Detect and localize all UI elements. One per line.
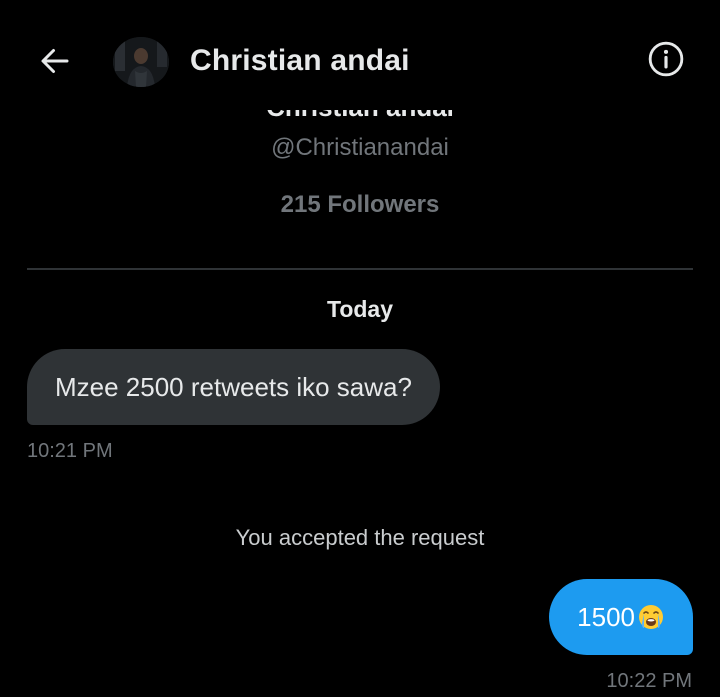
- sent-message-bubble[interactable]: 1500: [549, 579, 693, 655]
- system-message: You accepted the request: [235, 525, 485, 550]
- message-text: 1500: [577, 601, 635, 632]
- profile-followers: 215 Followers: [280, 191, 440, 218]
- info-circle-icon: [647, 40, 685, 83]
- info-button[interactable]: [645, 40, 687, 82]
- back-button[interactable]: [30, 38, 80, 88]
- profile-handle[interactable]: @Christianandai: [0, 134, 720, 162]
- avatar[interactable]: [113, 37, 169, 87]
- conversation-header: Christian andai: [0, 0, 720, 110]
- date-separator: Today: [326, 296, 394, 322]
- message-text: Mzee 2500 retweets iko sawa?: [55, 371, 412, 402]
- loudly-crying-face-icon: [637, 603, 665, 631]
- header-contact-name[interactable]: Christian andai: [190, 44, 410, 78]
- received-message-bubble[interactable]: Mzee 2500 retweets iko sawa?: [27, 349, 440, 425]
- divider: [27, 268, 693, 270]
- arrow-left-icon: [37, 43, 73, 84]
- message-timestamp: 10:21 PM: [27, 440, 113, 462]
- message-timestamp: 10:22 PM: [606, 670, 692, 692]
